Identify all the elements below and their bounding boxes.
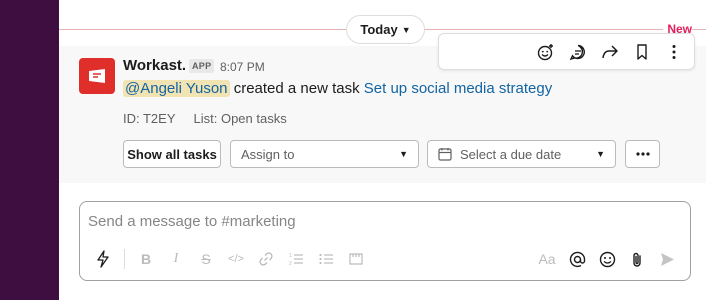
code-block-icon (349, 253, 363, 265)
lightning-icon (97, 250, 109, 268)
bullet-list-icon (319, 253, 333, 265)
share-message-button[interactable] (596, 38, 624, 66)
message-composer[interactable]: Send a message to #marketing B I S </> 1… (79, 201, 691, 281)
strikethrough-button[interactable]: S (191, 246, 221, 272)
code-button[interactable]: </> (221, 246, 251, 272)
message-time[interactable]: 8:07 PM (220, 60, 265, 74)
task-id: ID: T2EY (123, 111, 176, 126)
font-size-label: Aa (538, 251, 556, 267)
reply-thread-button[interactable] (564, 38, 592, 66)
reply-thread-icon (569, 44, 585, 60)
due-date-select[interactable]: Select a due date ▼ (427, 140, 616, 168)
message-pane: Today ▼ New Workast. APP 8:07 PM @Angeli… (59, 0, 706, 300)
shortcuts-button[interactable] (88, 246, 118, 272)
sender-name[interactable]: Workast. (123, 57, 186, 74)
strikethrough-icon: S (201, 251, 211, 267)
svg-text:2: 2 (289, 261, 292, 267)
mention-button[interactable] (562, 246, 592, 272)
toolbar-divider (124, 249, 125, 269)
more-icon (672, 44, 676, 59)
app-badge: APP (189, 59, 215, 73)
italic-button[interactable]: I (161, 246, 191, 272)
send-icon (660, 252, 674, 266)
task-list: List: Open tasks (193, 111, 287, 126)
ordered-list-icon: 1 2 (289, 253, 303, 267)
task-meta: ID: T2EY List: Open tasks (123, 111, 287, 126)
chevron-down-icon: ▼ (399, 149, 408, 159)
code-block-button[interactable] (341, 246, 371, 272)
more-icon (635, 152, 650, 156)
workspace-sidebar (0, 0, 59, 300)
assign-placeholder: Assign to (241, 146, 295, 162)
more-actions-button[interactable] (660, 38, 688, 66)
user-mention[interactable]: @Angeli Yuson (123, 80, 230, 97)
mention-icon (569, 251, 585, 267)
attach-icon (632, 252, 641, 267)
message-text: @Angeli Yuson created a new task Set up … (123, 78, 552, 100)
link-icon (259, 252, 273, 266)
code-icon: </> (228, 253, 244, 265)
assign-to-select[interactable]: Assign to ▼ (230, 140, 419, 168)
day-label: Today (360, 22, 398, 37)
workast-logo-icon (89, 69, 105, 83)
bookmark-icon (637, 43, 647, 60)
bold-button[interactable]: B (131, 246, 161, 272)
bullet-list-button[interactable] (311, 246, 341, 272)
calendar-icon (438, 148, 452, 161)
link-button[interactable] (251, 246, 281, 272)
due-date-placeholder: Select a due date (460, 146, 562, 162)
add-reaction-button[interactable] (532, 38, 560, 66)
day-jump-button[interactable]: Today ▼ (346, 15, 425, 44)
italic-icon: I (173, 251, 179, 266)
emoji-reaction-icon (537, 43, 553, 60)
task-more-button[interactable] (625, 140, 660, 168)
emoji-button[interactable] (592, 246, 622, 272)
share-icon (602, 44, 618, 58)
bold-icon: B (140, 251, 152, 267)
message-actions-toolbar (438, 33, 695, 70)
emoji-icon (599, 251, 615, 267)
composer-toolbar: B I S </> 1 2 Aa (88, 246, 682, 272)
message-text-middle: created a new task (229, 80, 364, 97)
send-button[interactable] (652, 246, 682, 272)
task-link[interactable]: Set up social media strategy (364, 80, 552, 97)
task-actions: Show all tasks Assign to ▼ Select a due … (123, 140, 683, 168)
chevron-down-icon: ▼ (401, 24, 411, 35)
format-toggle-button[interactable]: Aa (532, 246, 562, 272)
message-input[interactable]: Send a message to #marketing (88, 213, 296, 230)
chevron-down-icon: ▼ (596, 149, 605, 159)
ordered-list-button[interactable]: 1 2 (281, 246, 311, 272)
avatar[interactable] (79, 58, 115, 94)
save-message-button[interactable] (628, 38, 656, 66)
show-all-tasks-button[interactable]: Show all tasks (123, 140, 221, 168)
attach-button[interactable] (622, 246, 652, 272)
svg-text:1: 1 (289, 253, 292, 259)
